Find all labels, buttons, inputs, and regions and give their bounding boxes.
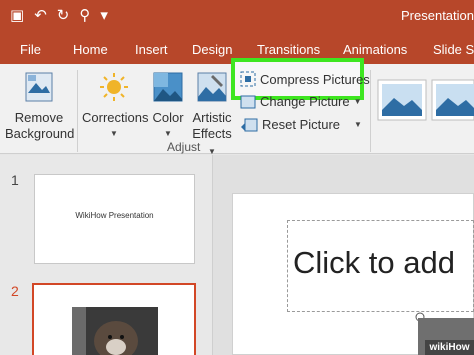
corrections-button[interactable]: Corrections ▼ [82, 71, 149, 142]
picture-style-thumb[interactable] [431, 79, 474, 121]
reset-picture-button[interactable]: Reset Picture ▼ [240, 117, 362, 132]
reset-picture-label: Reset Picture [262, 117, 341, 132]
change-picture-dropdown-icon[interactable]: ▼ [354, 97, 362, 106]
save-icon[interactable]: ▣ [10, 6, 24, 26]
remove-background-label-2: Background [5, 126, 75, 141]
remove-background-button[interactable]: Remove Background [5, 71, 75, 142]
reset-picture-dropdown-icon[interactable]: ▼ [354, 120, 362, 129]
slide-number: 1 [11, 172, 19, 188]
change-picture-label: Change Picture [260, 94, 350, 109]
tab-home[interactable]: Home [73, 42, 108, 57]
title-bar: ▣ ↶ ↻ ⚲ ▾ Presentation.p [0, 0, 474, 34]
remove-background-label-1: Remove [14, 110, 64, 125]
remove-background-icon [25, 72, 53, 102]
color-picture-icon [153, 72, 183, 102]
title-placeholder-text: Click to add [293, 245, 455, 280]
color-button[interactable]: Color ▼ [150, 71, 186, 142]
color-label: Color [152, 110, 184, 125]
tab-design[interactable]: Design [192, 42, 232, 57]
dog-photo [72, 307, 158, 355]
slide-thumbnail-2[interactable] [32, 283, 196, 355]
sun-icon [100, 73, 128, 101]
compress-pictures-icon [240, 71, 256, 87]
redo-icon[interactable]: ↻ [57, 6, 70, 26]
tab-slide-show[interactable]: Slide Sh [433, 42, 474, 57]
customize-icon[interactable]: ▾ [100, 6, 108, 26]
slide-thumbnail-caption: WikiHow Presentation [75, 211, 154, 220]
picture-styles-gallery [368, 68, 474, 136]
corrections-dropdown-icon[interactable]: ▼ [82, 126, 146, 142]
change-picture-button[interactable]: Change Picture ▼ [240, 94, 362, 109]
ribbon-divider [77, 70, 78, 152]
picture-styles-svg [377, 79, 474, 121]
tab-transitions[interactable]: Transitions [257, 42, 320, 57]
quick-access-toolbar: ▣ ↶ ↻ ⚲ ▾ [10, 6, 108, 26]
compress-pictures-button[interactable]: Compress Pictures [240, 71, 370, 87]
artistic-effects-icon [197, 72, 227, 102]
picture-style-thumb[interactable] [377, 79, 427, 121]
adjust-group-label: Adjust [167, 140, 201, 154]
corrections-label: Corrections [82, 110, 149, 125]
tab-animations[interactable]: Animations [343, 42, 407, 57]
tab-file[interactable]: File [20, 42, 41, 57]
slide-number: 2 [11, 283, 19, 299]
present-icon[interactable]: ⚲ [79, 6, 90, 26]
reset-picture-icon [241, 118, 258, 131]
watermark: wikiHow [425, 340, 474, 355]
document-title: Presentation.p [401, 8, 474, 23]
change-picture-icon [240, 95, 256, 108]
slide-thumbnail-1[interactable]: WikiHow Presentation [34, 174, 195, 264]
compress-pictures-label: Compress Pictures [260, 71, 370, 87]
artistic-effects-label-1: Artistic [192, 110, 232, 125]
tab-insert[interactable]: Insert [135, 42, 168, 57]
undo-icon[interactable]: ↶ [34, 6, 47, 26]
